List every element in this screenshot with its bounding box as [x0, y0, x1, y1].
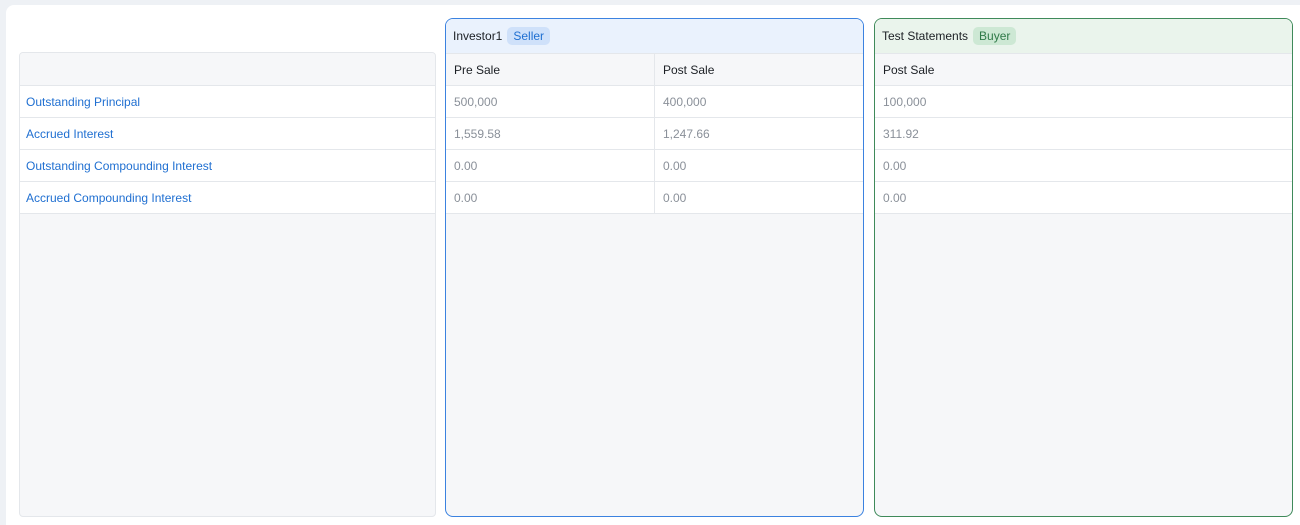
table-row: 500,000 400,000 [446, 86, 863, 118]
seller-panel: Investor1 Seller Pre Sale Post Sale 500,… [445, 18, 864, 517]
row-label-accrued-compounding-interest[interactable]: Accrued Compounding Interest [26, 191, 191, 205]
seller-role-badge: Seller [507, 27, 551, 45]
column-header-post-sale: Post Sale [654, 54, 863, 85]
buyer-cell: 100,000 [883, 94, 927, 109]
table-row: 0.00 0.00 [446, 182, 863, 214]
seller-cell: 1,559.58 [454, 126, 501, 141]
table-row: 311.92 [875, 118, 1292, 150]
buyer-panel-title: Test Statements Buyer [875, 19, 1292, 53]
seller-cell: 400,000 [654, 86, 863, 117]
label-row: Accrued Interest [20, 118, 435, 150]
table-row: 0.00 0.00 [446, 150, 863, 182]
buyer-name: Test Statements [882, 29, 969, 43]
seller-panel-title: Investor1 Seller [446, 19, 863, 53]
column-header-post-sale: Post Sale [883, 62, 935, 77]
row-label-outstanding-principal[interactable]: Outstanding Principal [26, 95, 140, 109]
seller-name: Investor1 [453, 29, 503, 43]
label-row: Accrued Compounding Interest [20, 182, 435, 214]
buyer-cell: 0.00 [883, 190, 907, 205]
seller-cell: 0.00 [454, 158, 478, 173]
buyer-role-badge: Buyer [973, 27, 1017, 45]
label-row: Outstanding Compounding Interest [20, 150, 435, 182]
table-row: 1,559.58 1,247.66 [446, 118, 863, 150]
label-column-header [20, 53, 435, 86]
row-label-outstanding-compounding-interest[interactable]: Outstanding Compounding Interest [26, 159, 212, 173]
row-label-column: Outstanding Principal Accrued Interest O… [19, 52, 436, 517]
buyer-cell: 0.00 [883, 158, 907, 173]
table-row: 100,000 [875, 86, 1292, 118]
seller-cell: 0.00 [654, 150, 863, 181]
seller-cell: 1,247.66 [654, 118, 863, 149]
table-row: 0.00 [875, 150, 1292, 182]
table-row: 0.00 [875, 182, 1292, 214]
row-label-accrued-interest[interactable]: Accrued Interest [26, 127, 113, 141]
column-header-pre-sale: Pre Sale [454, 62, 501, 77]
seller-cell: 500,000 [454, 94, 498, 109]
label-row: Outstanding Principal [20, 86, 435, 118]
seller-cell: 0.00 [454, 190, 478, 205]
seller-cell: 0.00 [654, 182, 863, 213]
buyer-column-headers: Post Sale [875, 53, 1292, 86]
seller-column-headers: Pre Sale Post Sale [446, 53, 863, 86]
buyer-panel: Test Statements Buyer Post Sale 100,000 … [874, 18, 1293, 517]
buyer-cell: 311.92 [883, 126, 919, 141]
